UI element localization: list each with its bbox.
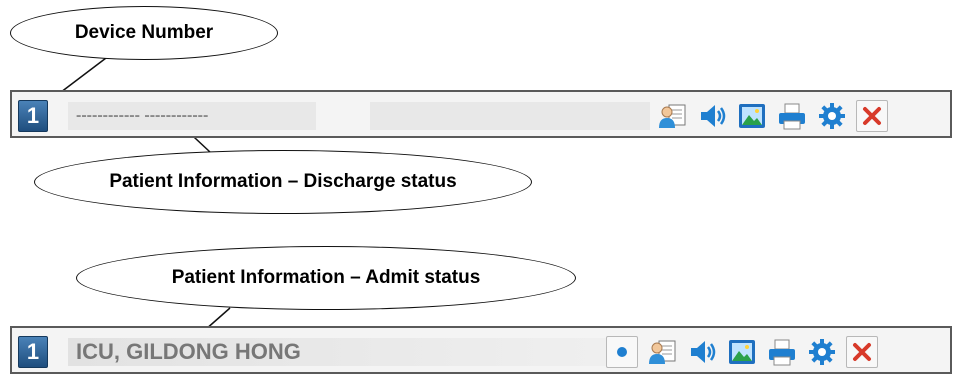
admit-status-callout-label: Patient Information – Admit status <box>171 267 481 288</box>
image-button[interactable] <box>726 336 758 368</box>
image-button[interactable] <box>736 100 768 132</box>
record-button[interactable] <box>606 336 638 368</box>
sound-button[interactable] <box>686 336 718 368</box>
discharge-status-callout: Patient Information – Discharge status <box>34 150 532 214</box>
device-number-callout-label: Device Number <box>74 22 214 43</box>
settings-button[interactable] <box>806 336 838 368</box>
print-button[interactable] <box>776 100 808 132</box>
image-icon <box>739 104 765 128</box>
patient-card-button[interactable] <box>656 100 688 132</box>
admit-status-callout: Patient Information – Admit status <box>76 246 576 310</box>
patient-card-button[interactable] <box>646 336 678 368</box>
patient-card-icon <box>659 104 686 128</box>
device-number-callout: Device Number <box>10 6 278 60</box>
image-icon <box>729 340 755 364</box>
gear-icon <box>809 339 835 365</box>
discharge-status-bar: 1 ------------ ------------ <box>10 90 952 138</box>
close-button[interactable] <box>856 100 888 132</box>
toolbar <box>656 100 888 132</box>
print-button[interactable] <box>766 336 798 368</box>
patient-info-extension <box>370 102 650 130</box>
close-icon <box>863 107 881 125</box>
printer-icon <box>769 339 795 366</box>
device-number-badge[interactable]: 1 <box>18 336 48 368</box>
admit-status-bar: 1 ICU, GILDONG HONG <box>10 326 952 374</box>
sound-button[interactable] <box>696 100 728 132</box>
toolbar <box>606 336 878 368</box>
patient-info-field[interactable]: ICU, GILDONG HONG <box>68 338 636 366</box>
device-number-badge[interactable]: 1 <box>18 100 48 132</box>
discharge-status-callout-label: Patient Information – Discharge status <box>109 171 457 192</box>
printer-icon <box>779 103 805 130</box>
record-icon <box>617 347 627 357</box>
speaker-icon <box>691 341 716 363</box>
patient-card-icon <box>649 340 676 364</box>
speaker-icon <box>701 105 726 127</box>
close-button[interactable] <box>846 336 878 368</box>
patient-info-field[interactable]: ------------ ------------ <box>68 102 316 130</box>
close-icon <box>853 343 871 361</box>
gear-icon <box>819 103 845 129</box>
settings-button[interactable] <box>816 100 848 132</box>
